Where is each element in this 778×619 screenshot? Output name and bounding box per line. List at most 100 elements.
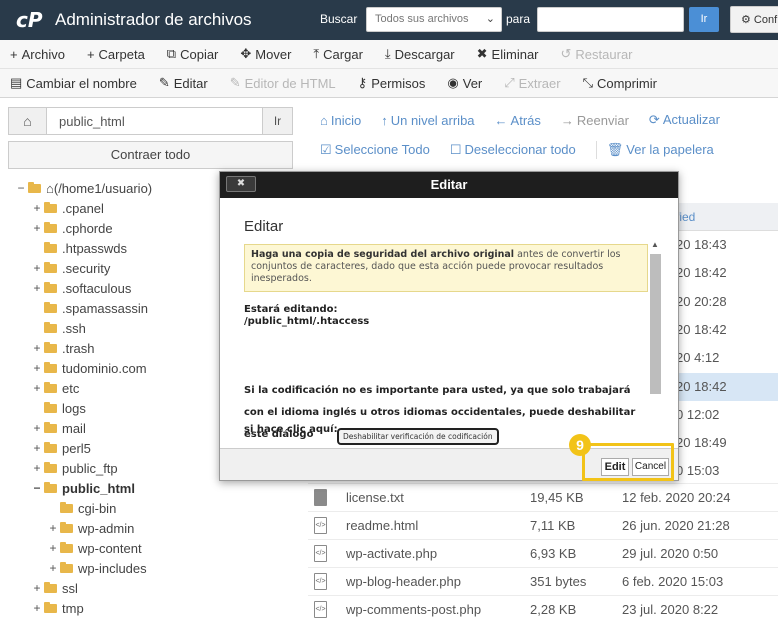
toolbar-eliminar-button[interactable]: ✖ Eliminar <box>477 46 539 62</box>
modified-cell: 20 18:43 <box>676 237 727 252</box>
file-size: 351 bytes <box>530 574 587 589</box>
table-row[interactable]: license.txt 19,45 KB 12 feb. 2020 20:24 <box>308 483 778 511</box>
tree-item-home1-usuario[interactable]: − ⌂ (/home1/usuario) <box>16 178 152 198</box>
select-all-button[interactable]: ☑ Seleccione Todo <box>320 142 430 158</box>
toolbar-mover-button[interactable]: ✥ Mover <box>240 46 291 62</box>
expand-icon[interactable]: + <box>32 361 42 375</box>
tree-item-public-html[interactable]: − public_html <box>32 478 134 498</box>
toolbar-label: Descargar <box>394 46 455 62</box>
toolbar-extraer-button: ⤢ Extraer <box>504 75 560 91</box>
tree-item-label: wp-admin <box>78 520 135 536</box>
tree-item-security[interactable]: + .security <box>32 258 110 278</box>
toolbar-label: Permisos <box>371 75 426 91</box>
expand-icon[interactable]: + <box>32 421 42 435</box>
table-row[interactable]: </> wp-blog-header.php 351 bytes 6 feb. 202… <box>308 567 778 595</box>
tree-item-mail[interactable]: + mail <box>32 418 85 438</box>
collapse-all-button[interactable]: Contraer todo <box>8 141 293 169</box>
expand-icon[interactable]: + <box>32 381 42 395</box>
home-button[interactable]: ⌂ <box>9 108 47 134</box>
expand-icon[interactable]: + <box>32 441 42 455</box>
tree-item-tudominio-com[interactable]: + tudominio.com <box>32 358 146 378</box>
collapse-icon[interactable]: − <box>32 481 42 495</box>
file-size: 19,45 KB <box>530 490 584 505</box>
expand-icon[interactable]: + <box>32 341 42 355</box>
tree-item-softaculous[interactable]: + .softaculous <box>32 278 131 298</box>
nav-reenviar-button: → Reenviar <box>561 113 629 128</box>
toolbar-copiar-button[interactable]: ⧉ Copiar <box>167 46 219 62</box>
expand-icon[interactable]: + <box>32 221 42 235</box>
folder-icon <box>44 281 57 293</box>
expand-icon[interactable]: + <box>32 581 42 595</box>
toolbar-editar-button[interactable]: ✎ Editar <box>159 75 208 91</box>
tree-item-htpasswds[interactable]: .htpasswds <box>32 238 127 258</box>
toolbar-comprimir-button[interactable]: ⤡ Comprimir <box>583 75 657 91</box>
dialog-scrollbar[interactable]: ▲ ▼ <box>648 240 662 448</box>
table-row[interactable]: </> wp-activate.php 6,93 KB 29 jul. 2020 0:… <box>308 539 778 567</box>
nav-actualizar-button[interactable]: ⟳ Actualizar <box>649 112 720 128</box>
path-go-button[interactable]: Ir <box>262 108 292 134</box>
file-size: 2,28 KB <box>530 602 577 617</box>
folder-icon <box>44 321 57 333</box>
folder-icon <box>60 501 73 513</box>
folder-icon <box>44 341 57 353</box>
settings-button[interactable]: ⚙ Conf <box>730 6 778 33</box>
close-icon[interactable]: ✖ <box>226 176 256 192</box>
expand-icon[interactable]: + <box>48 561 58 575</box>
collapse-icon[interactable]: − <box>16 181 26 195</box>
search-scope-select[interactable]: Todos sus archivos ⌄ <box>366 7 502 32</box>
file-name: wp-activate.php <box>346 546 438 561</box>
step-highlight-box <box>582 443 674 481</box>
folder-icon <box>44 581 57 593</box>
tree-item-wp-includes[interactable]: + wp-includes <box>48 558 146 578</box>
table-row[interactable]: </> wp-comments-post.php 2,28 KB 23 jul. 20… <box>308 595 778 619</box>
click-here-label: si hace clic aquí: <box>244 424 338 435</box>
toolbar-permisos-button[interactable]: ⚷ Permisos <box>358 75 426 91</box>
table-row[interactable]: </> readme.html 7,11 KB 26 jun. 2020 21:28 <box>308 511 778 539</box>
toolbar-cambiar-el-nombre-button[interactable]: ▤ Cambiar el nombre <box>10 75 137 91</box>
deselect-all-button[interactable]: ☐ Deseleccionar todo <box>450 142 576 158</box>
step-badge: 9 <box>569 434 591 456</box>
tree-item-logs[interactable]: logs <box>32 398 86 418</box>
path-input[interactable]: public_html <box>59 114 125 129</box>
scroll-thumb[interactable] <box>650 254 661 394</box>
tree-item-ssl[interactable]: + ssl <box>32 578 77 598</box>
search-input[interactable] <box>537 7 684 32</box>
tree-item-cgi-bin[interactable]: cgi-bin <box>48 498 116 518</box>
code-file-icon: </> <box>314 545 327 562</box>
toolbar-ver-button[interactable]: ◉ Ver <box>447 75 482 91</box>
tree-item-wp-admin[interactable]: + wp-admin <box>48 518 134 538</box>
tree-item-tmp[interactable]: + tmp <box>32 598 83 618</box>
scroll-up-icon[interactable]: ▲ <box>651 240 659 249</box>
nav-un-nivel-arriba-button[interactable]: ↑ Un nivel arriba <box>381 113 474 128</box>
toolbar-descargar-button[interactable]: ⤓ Descargar <box>385 46 455 62</box>
modified-cell: 20 18:42 <box>676 321 727 337</box>
view-trash-button[interactable]: 🗑 Ver la papelera <box>607 142 714 158</box>
expand-icon[interactable]: + <box>32 281 42 295</box>
expand-icon[interactable]: + <box>32 461 42 475</box>
tree-item-public-ftp[interactable]: + public_ftp <box>32 458 117 478</box>
expand-icon[interactable]: + <box>32 601 42 615</box>
toolbar-cargar-button[interactable]: ⤒ Cargar <box>313 46 363 62</box>
disable-encoding-check-button[interactable]: Deshabilitar verificación de codificació… <box>337 428 499 445</box>
text-file-icon <box>314 489 327 506</box>
tree-item-perl5[interactable]: + perl5 <box>32 438 90 458</box>
column-header-modified[interactable]: fied <box>670 203 778 231</box>
toolbar-carpeta-button[interactable]: + Carpeta <box>87 47 145 62</box>
tree-item-cphorde[interactable]: + .cphorde <box>32 218 112 238</box>
expand-icon[interactable]: + <box>48 541 58 555</box>
tree-item-wp-content[interactable]: + wp-content <box>48 538 141 558</box>
tree-item-trash[interactable]: + .trash <box>32 338 94 358</box>
expand-icon[interactable]: + <box>48 521 58 535</box>
tree-item-ssh[interactable]: .ssh <box>32 318 86 338</box>
expand-icon[interactable]: + <box>32 201 42 215</box>
expand-icon[interactable]: + <box>32 261 42 275</box>
search-go-button[interactable]: Ir <box>689 7 719 32</box>
nav-inicio-button[interactable]: ⌂ Inicio <box>320 113 361 128</box>
tree-item-spamassassin[interactable]: .spamassassin <box>32 298 148 318</box>
modified-cell: 20 4:12 <box>676 350 720 366</box>
toolbar-archivo-button[interactable]: + Archivo <box>10 47 65 62</box>
toolbar-label: Editor de HTML <box>244 75 336 91</box>
tree-item-etc[interactable]: + etc <box>32 378 79 398</box>
nav-atras-button[interactable]: ← Atrás <box>495 113 541 128</box>
tree-item-cpanel[interactable]: + .cpanel <box>32 198 103 218</box>
